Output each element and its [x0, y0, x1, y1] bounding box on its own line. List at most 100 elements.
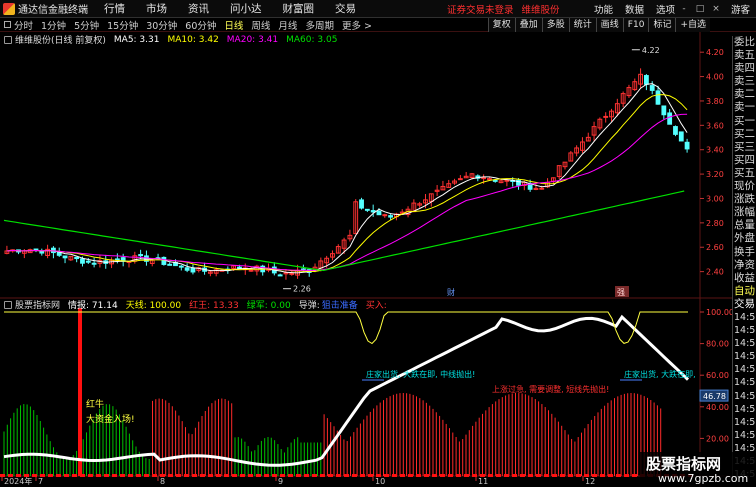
sidebar-item[interactable]: 14:50	[733, 350, 756, 363]
sidebar-item[interactable]: 卖四	[733, 62, 756, 75]
baseline-dash	[360, 474, 365, 477]
menu-ask[interactable]: 问小达	[230, 1, 262, 16]
close-icon[interactable]: ×	[709, 4, 723, 14]
sidebar-item[interactable]: 卖一	[733, 101, 756, 114]
sidebar-item[interactable]: 涨幅	[733, 206, 756, 219]
period-tab[interactable]: 周线	[251, 18, 270, 32]
date-tick-label: 12	[585, 477, 595, 486]
baseline-dash	[136, 474, 141, 477]
date-tick-label: 11	[478, 477, 488, 486]
tool-overlay[interactable]: 叠加	[514, 18, 542, 32]
sniper-label: 狙击准备	[321, 301, 358, 311]
candle-body	[33, 248, 39, 251]
period-tab[interactable]: 1分钟	[41, 18, 66, 32]
quote-sidebar: 委比 卖五 卖四 卖三 卖二 卖一 买一 买二 买三 买四 买五 现价 涨跌 涨幅 总量 外盘 换手 净资 收益 自动…	[732, 36, 756, 482]
ma10-line	[6, 94, 688, 273]
chart-area[interactable]: 4.20 4.00 3.80 3.60 3.40 3.20 3.00 2.80 2.60 2.40…	[0, 32, 732, 487]
tool-adjust[interactable]: 复权	[487, 18, 515, 32]
baseline-dash	[272, 474, 277, 477]
sidebar-item[interactable]: 14:50	[733, 324, 756, 337]
sidebar-item[interactable]: 卖五	[733, 49, 756, 62]
baseline-dash	[632, 474, 637, 477]
price-tick-label: 3.80	[706, 97, 724, 106]
sidebar-item[interactable]: 委比	[733, 36, 756, 49]
period-tab[interactable]: 30分钟	[146, 18, 177, 32]
period-tab[interactable]: 5分钟	[74, 18, 99, 32]
menu-data[interactable]: 数据	[625, 2, 644, 16]
guest-label[interactable]: 游客	[731, 2, 750, 16]
sidebar-item[interactable]: 买五	[733, 167, 756, 180]
sidebar-item[interactable]: 买二	[733, 128, 756, 141]
sidebar-item[interactable]: 外盘	[733, 232, 756, 245]
panel-icon[interactable]	[4, 300, 12, 309]
tool-stats[interactable]: 统计	[568, 18, 596, 32]
menu-quotes[interactable]: 行情	[104, 1, 125, 16]
sidebar-item[interactable]: 买四	[733, 154, 756, 167]
period-tab-more[interactable]: 更多 >	[342, 18, 372, 32]
candle-body	[376, 210, 382, 216]
indicator-tick-label: 40.00	[706, 403, 729, 412]
candle-body	[161, 256, 167, 265]
ma20-line	[6, 113, 688, 271]
period-tab[interactable]: 60分钟	[185, 18, 216, 32]
period-tab-daily[interactable]: 日线	[224, 18, 243, 32]
panel-icon[interactable]	[4, 35, 12, 44]
login-notice[interactable]: 证券交易未登录	[447, 2, 514, 16]
sidebar-item[interactable]: 卖三	[733, 75, 756, 88]
period-tab[interactable]: 多周期	[305, 18, 334, 32]
tool-draw[interactable]: 画线	[595, 18, 623, 32]
sidebar-item[interactable]: 14:56	[733, 403, 756, 416]
sidebar-item[interactable]: 现价	[733, 180, 756, 193]
sidebar-item[interactable]: 14:50	[733, 363, 756, 376]
sidebar-item[interactable]: 14:56	[733, 416, 756, 429]
candle-body	[487, 178, 492, 181]
baseline-dash	[120, 474, 125, 477]
baseline-dash	[464, 474, 469, 477]
menu-options[interactable]: 选项	[656, 2, 675, 16]
sidebar-item[interactable]: 买三	[733, 141, 756, 154]
candle-body	[492, 179, 498, 182]
menu-market[interactable]: 市场	[146, 1, 167, 16]
sidebar-item[interactable]: 换手	[733, 246, 756, 259]
price-tick-label: 3.60	[706, 121, 724, 130]
tool-f10[interactable]: F10	[622, 18, 649, 32]
sidebar-item[interactable]: 14:56	[733, 390, 756, 403]
baseline-dash	[432, 474, 437, 477]
annotation-adjust: 上涨过急, 需要调整, 短线先抛出!	[492, 384, 609, 394]
menu-trade[interactable]: 交易	[335, 1, 356, 16]
minimize-icon[interactable]: -	[677, 4, 691, 14]
candle-body	[504, 179, 510, 182]
candle-body	[673, 126, 678, 135]
menu-wealth[interactable]: 财富圈	[283, 1, 315, 16]
sidebar-item[interactable]: 涨跌	[733, 193, 756, 206]
sidebar-item[interactable]: 收益	[733, 272, 756, 285]
maximize-icon[interactable]: □	[693, 4, 707, 14]
sidebar-item[interactable]: 14:56	[733, 429, 756, 442]
period-tab[interactable]: 15分钟	[107, 18, 138, 32]
sidebar-item[interactable]: 卖二	[733, 88, 756, 101]
candle-body	[684, 141, 690, 150]
tool-mark[interactable]: 标记	[648, 18, 676, 32]
sidebar-item[interactable]: 总量	[733, 219, 756, 232]
sidebar-item[interactable]: 交易	[733, 298, 756, 311]
baseline-dash	[184, 474, 189, 477]
menu-news[interactable]: 资讯	[188, 1, 209, 16]
sidebar-item[interactable]: 自动	[733, 285, 756, 298]
lvwang-value: 绿军: 0.00	[246, 301, 291, 311]
tool-watchlist[interactable]: +自选	[675, 18, 710, 32]
indicator-tick-label: 80.00	[706, 340, 729, 349]
layout-toggle-icon[interactable]	[4, 21, 11, 28]
indicator-name[interactable]: 股票指标网	[15, 298, 60, 311]
sidebar-item[interactable]: 14:50	[733, 311, 756, 324]
sidebar-item[interactable]: 14:50	[733, 376, 756, 389]
tool-multi[interactable]: 多股	[541, 18, 569, 32]
candle-body	[359, 199, 364, 209]
sidebar-item[interactable]: 买一	[733, 115, 756, 128]
sidebar-item[interactable]: 14:50	[733, 337, 756, 350]
baseline-dash	[408, 474, 413, 477]
baseline-dash	[176, 474, 181, 477]
sidebar-item[interactable]: 净资	[733, 259, 756, 272]
menu-function[interactable]: 功能	[594, 2, 613, 16]
period-tab[interactable]: 分时	[14, 18, 33, 32]
period-tab[interactable]: 月线	[278, 18, 297, 32]
